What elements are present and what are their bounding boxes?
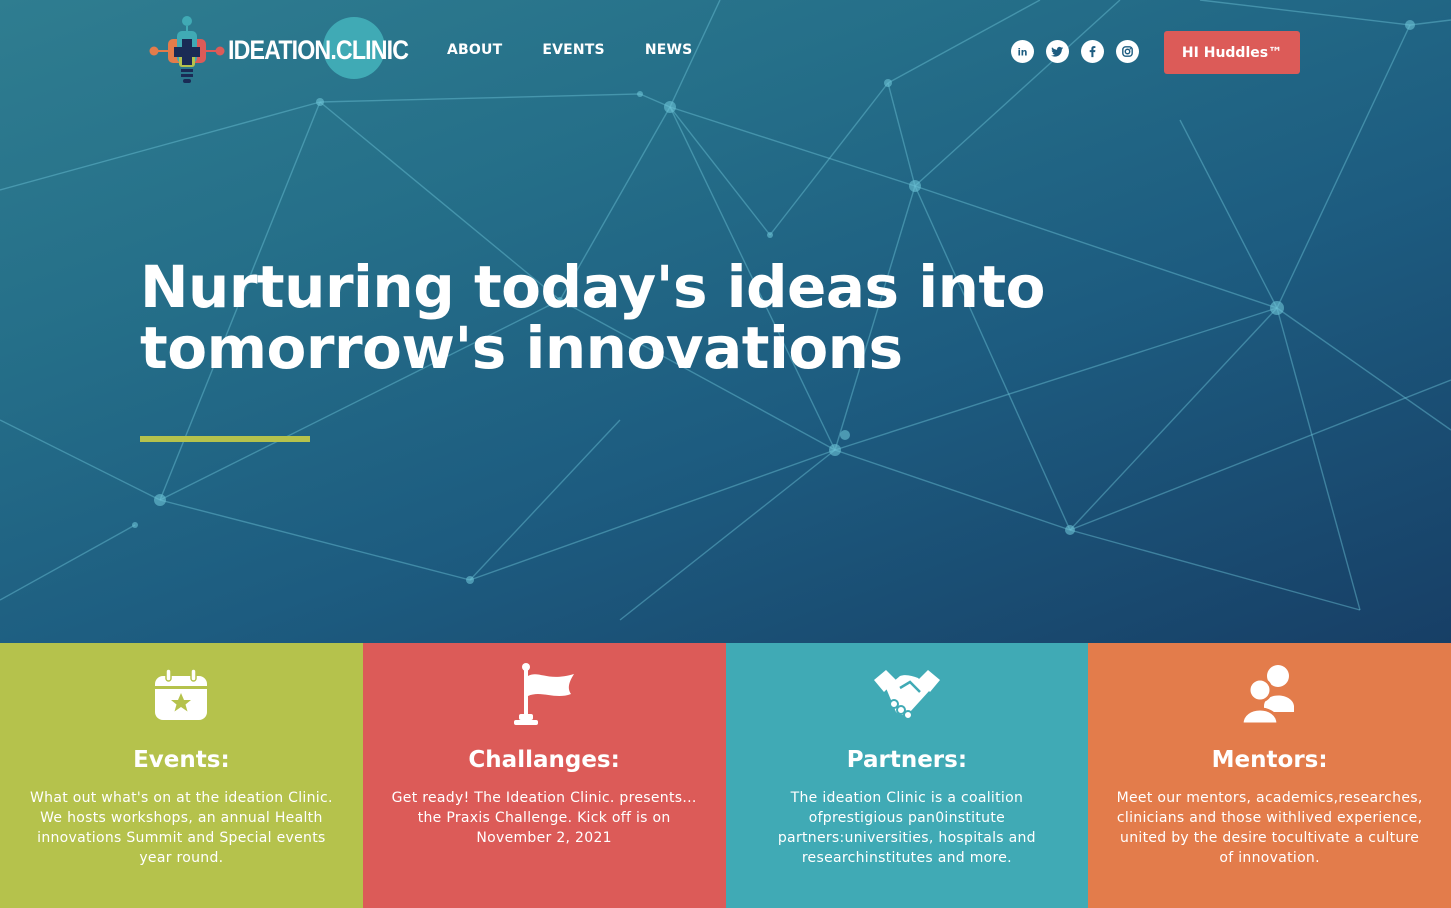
card-description: The ideation Clinic is a coalition ofpre… — [777, 790, 1036, 866]
card-description: Meet our mentors, academics,researches, … — [1116, 790, 1423, 866]
flag-icon — [509, 663, 579, 727]
card-mentors[interactable]: Mentors: Meet our mentors, academics,res… — [1088, 643, 1451, 908]
nav-about[interactable]: ABOUT — [447, 42, 502, 58]
hi-huddles-button[interactable]: HI Huddles™ — [1164, 31, 1300, 74]
handshake-icon — [872, 663, 942, 727]
site-logo[interactable]: IDEATION.CLINIC — [148, 15, 409, 89]
card-title: Mentors: — [1211, 747, 1328, 773]
svg-text:in: in — [1018, 47, 1028, 58]
headline-accent-bar — [140, 436, 310, 442]
nav-news[interactable]: NEWS — [645, 42, 693, 58]
hero-section: IDEATION.CLINIC ABOUT EVENTS NEWS in HI … — [0, 0, 1451, 643]
headline-line-2: tomorrow's innovations — [140, 314, 903, 382]
card-events[interactable]: Events: What out what's on at the ideati… — [0, 643, 363, 908]
feature-cards: Events: What out what's on at the ideati… — [0, 643, 1451, 908]
calendar-star-icon — [146, 663, 216, 727]
main-nav: ABOUT EVENTS NEWS — [447, 42, 732, 58]
card-title: Partners: — [846, 747, 968, 773]
card-description: What out what's on at the ideation Clini… — [30, 790, 333, 866]
logo-text: IDEATION.CLINIC — [228, 35, 409, 65]
card-challenges[interactable]: Challanges: Get ready! The Ideation Clin… — [362, 643, 726, 908]
card-partners[interactable]: Partners: The ideation Clinic is a coali… — [725, 643, 1089, 908]
hero-headline: Nurturing today's ideas into tomorrow's … — [140, 257, 1140, 379]
linkedin-icon[interactable]: in — [1011, 40, 1034, 63]
card-description: Get ready! The Ideation Clinic. presents… — [391, 790, 697, 846]
card-title: Challanges: — [468, 747, 620, 773]
people-icon — [1235, 663, 1305, 727]
twitter-icon[interactable] — [1046, 40, 1069, 63]
card-title: Events: — [133, 747, 230, 773]
instagram-icon[interactable] — [1116, 40, 1139, 63]
headline-line-1: Nurturing today's ideas into — [140, 253, 1046, 321]
nav-events[interactable]: EVENTS — [542, 42, 605, 58]
facebook-icon[interactable] — [1081, 40, 1104, 63]
social-links: in — [1011, 40, 1139, 63]
